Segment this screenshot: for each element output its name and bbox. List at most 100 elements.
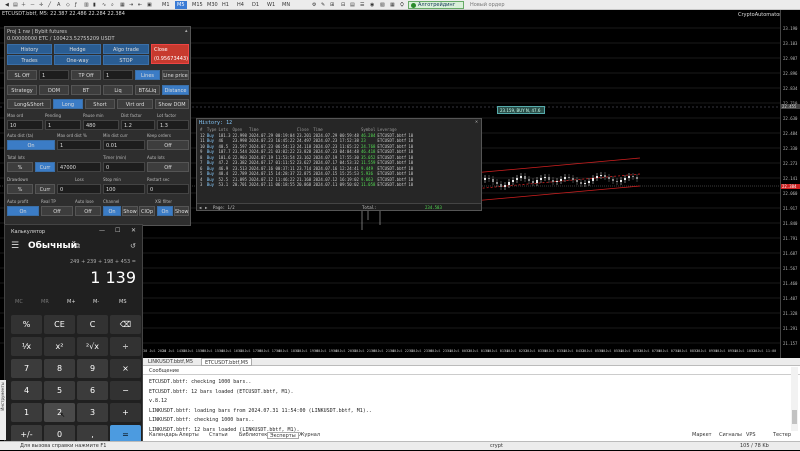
oneway-button[interactable]: One-way (54, 55, 101, 65)
dist-factor-field[interactable]: 1.2 (121, 120, 155, 130)
hamburger-icon[interactable]: ☰ (11, 241, 19, 251)
stop-button[interactable]: STOP (103, 55, 149, 65)
key-5[interactable]: x² (44, 337, 75, 356)
key-8[interactable]: 7 (11, 359, 42, 378)
key-19[interactable]: + (110, 403, 141, 422)
close-history-icon[interactable]: ✕ (475, 119, 478, 125)
long-short-button[interactable]: Long&Short (7, 99, 51, 109)
virt-ord-button[interactable]: Virt ord (117, 99, 153, 109)
search-icon[interactable]: ⌕ (109, 1, 116, 9)
timeframe-h1[interactable]: H1 (220, 1, 231, 9)
max-ord-field[interactable]: 10 (7, 120, 43, 130)
auto-lose-toggle[interactable]: Off (75, 206, 101, 216)
toolbox-tab-0[interactable]: Календарь (147, 432, 180, 439)
tester-icon[interactable]: ⛭ (398, 1, 406, 9)
editor-icon[interactable]: ▤ (348, 1, 357, 9)
key-6[interactable]: ²√x (77, 337, 108, 356)
memory-mr-button[interactable]: MR (41, 299, 49, 305)
xsi-filter-toggle[interactable]: On (157, 206, 173, 216)
tab-linkusdt[interactable]: LINKUSDT.bbtf,M5 (145, 358, 196, 366)
line-tool-icon[interactable]: ╱ (46, 1, 53, 9)
timeframe-d1[interactable]: D1 (250, 1, 261, 9)
min-dist-curr-field[interactable]: 0.01 (103, 140, 145, 150)
key-16[interactable]: 1 (11, 403, 42, 422)
shift-icon[interactable]: ⇤ (136, 1, 144, 9)
zoom-in-icon[interactable]: ＋ (19, 1, 28, 9)
stop-min-field[interactable]: 100 (103, 184, 145, 194)
key-12[interactable]: 4 (11, 381, 42, 400)
long-button[interactable]: Long (53, 99, 83, 109)
hedge-button[interactable]: Hedge (54, 44, 101, 54)
key-15[interactable]: − (110, 381, 141, 400)
strategy-button[interactable]: Strategy (7, 85, 37, 95)
objects-icon[interactable]: ⊟ (339, 1, 347, 9)
history-button[interactable]: History (7, 44, 52, 54)
autoscroll-icon[interactable]: ⇥ (127, 1, 135, 9)
minimize-icon[interactable]: — (99, 227, 105, 234)
key-1[interactable]: CE (44, 315, 75, 334)
pending-field[interactable]: 1 (45, 120, 81, 130)
text-tool-icon[interactable]: A (55, 1, 62, 9)
xsi-show-button[interactable]: Show (174, 206, 189, 216)
auto-lots-toggle[interactable]: Off (147, 162, 189, 172)
key-11[interactable]: × (110, 359, 141, 378)
crosshair-icon[interactable]: ✛ (37, 1, 45, 9)
close-button[interactable]: Close (0.95673443) (151, 44, 189, 64)
timeframe-mn[interactable]: MN (280, 1, 292, 9)
price-axis[interactable]: 23.19023.10322.98722.89622.83422.71022.6… (780, 10, 800, 358)
key-4[interactable]: ⅟x (11, 337, 42, 356)
toolbox-right-item-1[interactable]: Сигналы (717, 432, 744, 439)
log-line[interactable]: ETCUSDT.bbtf: 12 bars loaded (ETCUSDT.bb… (149, 389, 294, 395)
indicators-icon[interactable]: ƒ (73, 1, 79, 9)
sl-off-button[interactable]: SL Off (7, 70, 37, 80)
timeframe-h4[interactable]: H4 (235, 1, 246, 9)
timer-field[interactable]: 0 (103, 162, 145, 172)
terminal-icon[interactable]: ▦ (388, 1, 397, 9)
maximize-icon[interactable]: ☐ (115, 227, 120, 234)
next-page-icon[interactable]: ▶ (205, 204, 207, 211)
key-13[interactable]: 5 (44, 381, 75, 400)
tab-etcusdt[interactable]: ETCUSDT.bbtf,M5 (201, 358, 253, 366)
drawdown-curr-button[interactable]: Curr (35, 184, 55, 194)
channel-show-button[interactable]: Show (122, 206, 138, 216)
tp-off-button[interactable]: TP Off (71, 70, 101, 80)
log-line[interactable]: LINKUSDT.bbtf: loading bars from 2024.07… (149, 408, 372, 414)
expert-icon[interactable]: ✎ (319, 1, 327, 9)
toolbox-tab-2[interactable]: Статьи (207, 432, 230, 439)
key-2[interactable]: C (77, 315, 108, 334)
prev-page-icon[interactable]: ◀ (199, 204, 201, 211)
short-button[interactable]: Short (85, 99, 115, 109)
toolbox-right-item-0[interactable]: Маркет (690, 432, 714, 439)
timeframe-m5[interactable]: M5 (175, 1, 187, 9)
key-7[interactable]: ÷ (110, 337, 141, 356)
templates-icon[interactable]: ▣ (145, 1, 154, 9)
shapes-icon[interactable]: ◇ (64, 1, 72, 9)
keep-on-top-icon[interactable]: ⧉ (75, 242, 80, 251)
dom-button[interactable]: DOM (39, 85, 69, 95)
data-window-icon[interactable]: ▧ (378, 1, 387, 9)
bt-button[interactable]: BT (71, 85, 101, 95)
grid-icon[interactable]: ▦ (118, 1, 127, 9)
key-18[interactable]: 3 (77, 403, 108, 422)
toolbox-tab-5[interactable]: Журнал (297, 432, 322, 439)
show-dom-button[interactable]: Show DOM (155, 99, 189, 109)
keep-orders-toggle[interactable]: Off (147, 140, 189, 150)
timeframe-w1[interactable]: W1 (265, 1, 277, 9)
log-scrollbar-thumb[interactable] (792, 410, 797, 424)
trades-button[interactable]: Trades (7, 55, 52, 65)
key-3[interactable]: ⌫ (110, 315, 141, 334)
zoom-out-icon[interactable]: － (28, 1, 37, 9)
restart-sec-field[interactable]: 0 (147, 184, 189, 194)
collapse-icon[interactable]: ▴ (185, 28, 188, 34)
auto-profit-toggle[interactable]: On (7, 206, 39, 216)
key-0[interactable]: % (11, 315, 42, 334)
drawdown-field[interactable]: 0 (57, 184, 101, 194)
back-icon[interactable]: ◀ (3, 1, 11, 9)
toolbox-right-item-2[interactable]: VPS (744, 432, 758, 439)
candle-chart-icon[interactable]: ▮ (91, 1, 98, 9)
toolbox-tab-4[interactable]: Эксперты (267, 432, 299, 439)
key-9[interactable]: 8 (44, 359, 75, 378)
auto-dist-toggle[interactable]: On (7, 140, 55, 150)
real-tp-toggle[interactable]: Off (41, 206, 73, 216)
history-row[interactable]: 3 Buy 53.1 20.701 2024.07.11 06:18:55 20.868 2… (199, 182, 414, 188)
